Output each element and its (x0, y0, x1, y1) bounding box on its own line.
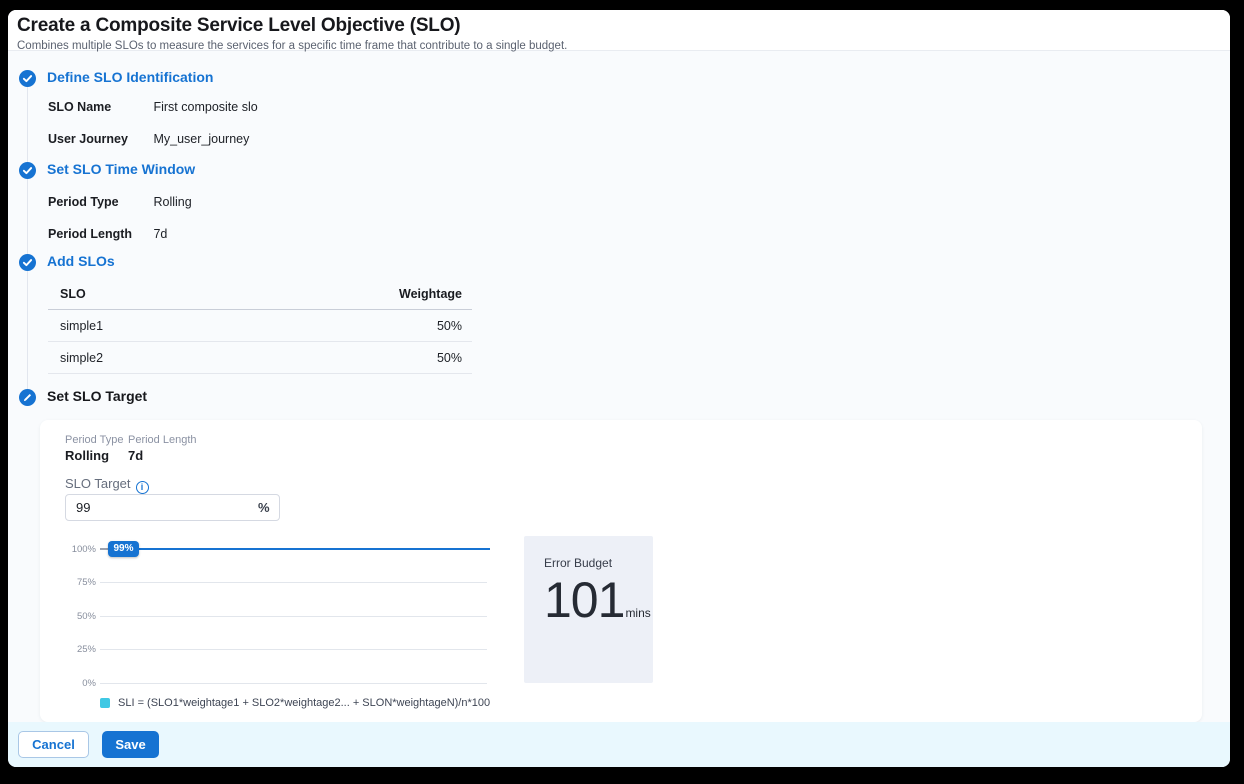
chart-legend: SLI = (SLO1*weightage1 + SLO2*weightage2… (100, 697, 490, 709)
stepper-connector-line (27, 76, 28, 406)
y-tick-50: 50% (44, 611, 96, 622)
page-subtitle: Combines multiple SLOs to measure the se… (17, 40, 1230, 52)
period-length-label: Period Length (48, 227, 150, 241)
col-slo: SLO (60, 287, 86, 301)
step4-edit-pencil-icon (19, 389, 36, 406)
create-composite-slo-dialog: Create a Composite Service Level Objecti… (8, 10, 1230, 767)
user-journey-label: User Journey (48, 132, 150, 146)
step1-check-icon (19, 70, 36, 87)
y-tick-0: 0% (44, 678, 96, 689)
slo-name-label: SLO Name (48, 100, 150, 114)
error-budget-card: Error Budget 101mins (524, 536, 653, 683)
table-row: simple1 50% (48, 310, 472, 342)
gridline-0 (100, 683, 487, 684)
field-row: User Journey My_user_journey (48, 132, 249, 146)
col-weightage: Weightage (399, 287, 462, 301)
step3-check-icon (19, 254, 36, 271)
slo-target-label-text: SLO Target (65, 476, 131, 491)
field-row: Period Length 7d (48, 227, 167, 241)
y-tick-25: 25% (44, 644, 96, 655)
dialog-footer: Cancel Save (8, 722, 1230, 767)
gridline-75 (100, 582, 487, 583)
step-set-slo-target[interactable]: Set SLO Target (47, 388, 147, 404)
save-button[interactable]: Save (102, 731, 159, 758)
step-add-slos[interactable]: Add SLOs (47, 253, 115, 269)
slo-cell: simple2 (60, 351, 103, 365)
error-budget-value: 101 (544, 574, 624, 627)
slider-track[interactable] (108, 548, 490, 550)
period-type-label: Period Type (48, 195, 150, 209)
legend-label: SLI = (SLO1*weightage1 + SLO2*weightage2… (118, 697, 490, 709)
user-journey-value: My_user_journey (153, 132, 249, 146)
slo-target-label: SLO Target i (65, 476, 149, 494)
field-row: Period Type Rolling (48, 195, 192, 209)
dialog-header: Create a Composite Service Level Objecti… (8, 10, 1230, 51)
panel-period-length-label: Period Length (128, 434, 197, 446)
slo-cell: simple1 (60, 319, 103, 333)
legend-swatch-icon (100, 698, 110, 708)
table-row: simple2 50% (48, 342, 472, 374)
weightage-cell: 50% (437, 351, 462, 365)
panel-period-length-value: 7d (128, 448, 143, 463)
y-tick-100: 100% (44, 544, 96, 555)
step-set-slo-time-window[interactable]: Set SLO Time Window (47, 161, 195, 177)
slos-table: SLO Weightage simple1 50% simple2 50% (48, 278, 472, 374)
error-budget-unit: mins (625, 606, 650, 620)
slo-name-value: First composite slo (153, 100, 257, 114)
field-row: SLO Name First composite slo (48, 100, 258, 114)
y-tick-75: 75% (44, 577, 96, 588)
gridline-50 (100, 616, 487, 617)
error-budget-label: Error Budget (544, 556, 653, 570)
weightage-cell: 50% (437, 319, 462, 333)
slider-handle[interactable]: 99% (108, 541, 139, 557)
period-type-value: Rolling (153, 195, 191, 209)
slo-target-panel: Period Type Period Length Rolling 7d SLO… (40, 420, 1202, 722)
gridline-25 (100, 649, 487, 650)
table-header-row: SLO Weightage (48, 278, 472, 310)
info-icon[interactable]: i (136, 481, 149, 494)
step2-check-icon (19, 162, 36, 179)
slo-target-input[interactable] (65, 494, 280, 521)
panel-period-type-label: Period Type (65, 434, 124, 446)
period-length-value: 7d (153, 227, 167, 241)
slo-target-unit: % (258, 500, 270, 515)
step-define-slo-identification[interactable]: Define SLO Identification (47, 69, 213, 85)
cancel-button[interactable]: Cancel (18, 731, 89, 758)
panel-period-type-value: Rolling (65, 448, 109, 463)
page-title: Create a Composite Service Level Objecti… (17, 15, 1230, 37)
